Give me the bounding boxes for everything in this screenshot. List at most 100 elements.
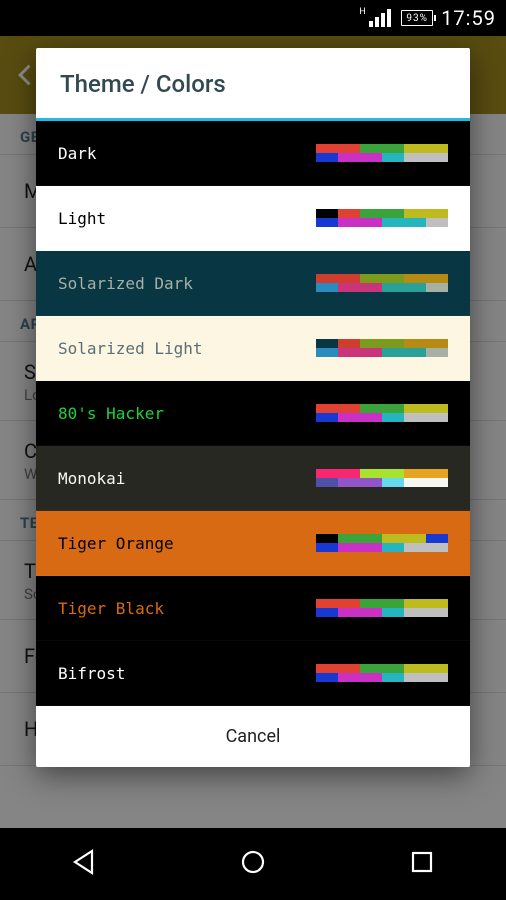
color-swatch [404,664,426,673]
color-swatch [360,274,382,283]
color-swatch [382,274,404,283]
cancel-button[interactable]: Cancel [36,706,470,767]
color-swatch [404,673,426,682]
color-swatch [404,543,426,552]
theme-option[interactable]: Light [36,186,470,251]
color-swatch [316,404,338,413]
color-swatch [382,534,404,543]
color-swatch [360,339,382,348]
color-swatch [360,404,382,413]
theme-swatch-group [316,534,448,552]
theme-option[interactable]: Bifrost [36,641,470,706]
color-swatch [316,673,338,682]
theme-option[interactable]: Tiger Orange [36,511,470,576]
dialog-title: Theme / Colors [36,48,470,121]
color-swatch [316,478,338,487]
color-swatch [360,153,382,162]
theme-name: Dark [58,144,97,163]
color-swatch [360,348,382,357]
color-swatch [382,664,404,673]
nav-home-icon [238,847,268,877]
theme-option[interactable]: Solarized Light [36,316,470,381]
nav-home-button[interactable] [218,837,288,891]
network-type-label: H [359,7,366,17]
color-swatch [404,153,426,162]
color-swatch [360,599,382,608]
color-swatch [338,469,360,478]
color-swatch [426,283,448,292]
color-swatch [360,218,382,227]
theme-swatch-group [316,664,448,682]
color-swatch [338,478,360,487]
color-swatch [382,413,404,422]
theme-name: 80's Hacker [58,404,164,423]
color-swatch [382,348,404,357]
color-swatch [360,608,382,617]
color-swatch [382,218,404,227]
nav-back-button[interactable] [49,837,119,891]
theme-swatch-group [316,209,448,227]
color-swatch [404,413,426,422]
color-swatch [426,478,448,487]
theme-option[interactable]: Solarized Dark [36,251,470,316]
color-swatch [360,673,382,682]
color-swatch [404,534,426,543]
nav-recent-button[interactable] [387,837,457,891]
color-swatch [338,599,360,608]
theme-name: Tiger Black [58,599,164,618]
color-swatch [404,608,426,617]
theme-name: Tiger Orange [58,534,174,553]
color-swatch [382,478,404,487]
theme-option[interactable]: Monokai [36,446,470,511]
color-swatch [360,534,382,543]
color-swatch [316,543,338,552]
color-swatch [316,209,338,218]
color-swatch [316,339,338,348]
theme-swatch-group [316,599,448,617]
color-swatch [360,664,382,673]
color-swatch [360,144,382,153]
color-swatch [426,274,448,283]
theme-option[interactable]: 80's Hacker [36,381,470,446]
color-swatch [426,413,448,422]
color-swatch [426,608,448,617]
color-swatch [426,599,448,608]
color-swatch [426,543,448,552]
theme-option[interactable]: Dark [36,121,470,186]
color-swatch [316,664,338,673]
color-swatch [338,664,360,673]
android-nav-bar [0,828,506,900]
theme-name: Solarized Light [58,339,203,358]
color-swatch [360,543,382,552]
color-swatch [316,218,338,227]
color-swatch [426,348,448,357]
color-swatch [338,413,360,422]
color-swatch [426,673,448,682]
color-swatch [338,209,360,218]
color-swatch [404,274,426,283]
color-swatch [360,413,382,422]
battery-icon: 93% [401,10,433,26]
theme-name: Light [58,209,106,228]
color-swatch [382,673,404,682]
theme-swatch-group [316,339,448,357]
color-swatch [404,209,426,218]
color-swatch [382,144,404,153]
color-swatch [404,599,426,608]
color-swatch [382,153,404,162]
color-swatch [426,144,448,153]
signal-icon: H [367,9,391,27]
color-swatch [382,209,404,218]
theme-option[interactable]: Tiger Black [36,576,470,641]
color-swatch [404,469,426,478]
color-swatch [382,404,404,413]
color-swatch [426,153,448,162]
color-swatch [382,469,404,478]
color-swatch [360,209,382,218]
color-swatch [404,348,426,357]
color-swatch [426,664,448,673]
color-swatch [338,608,360,617]
status-bar: H 93% 17:59 [0,0,506,36]
color-swatch [382,608,404,617]
color-swatch [338,404,360,413]
